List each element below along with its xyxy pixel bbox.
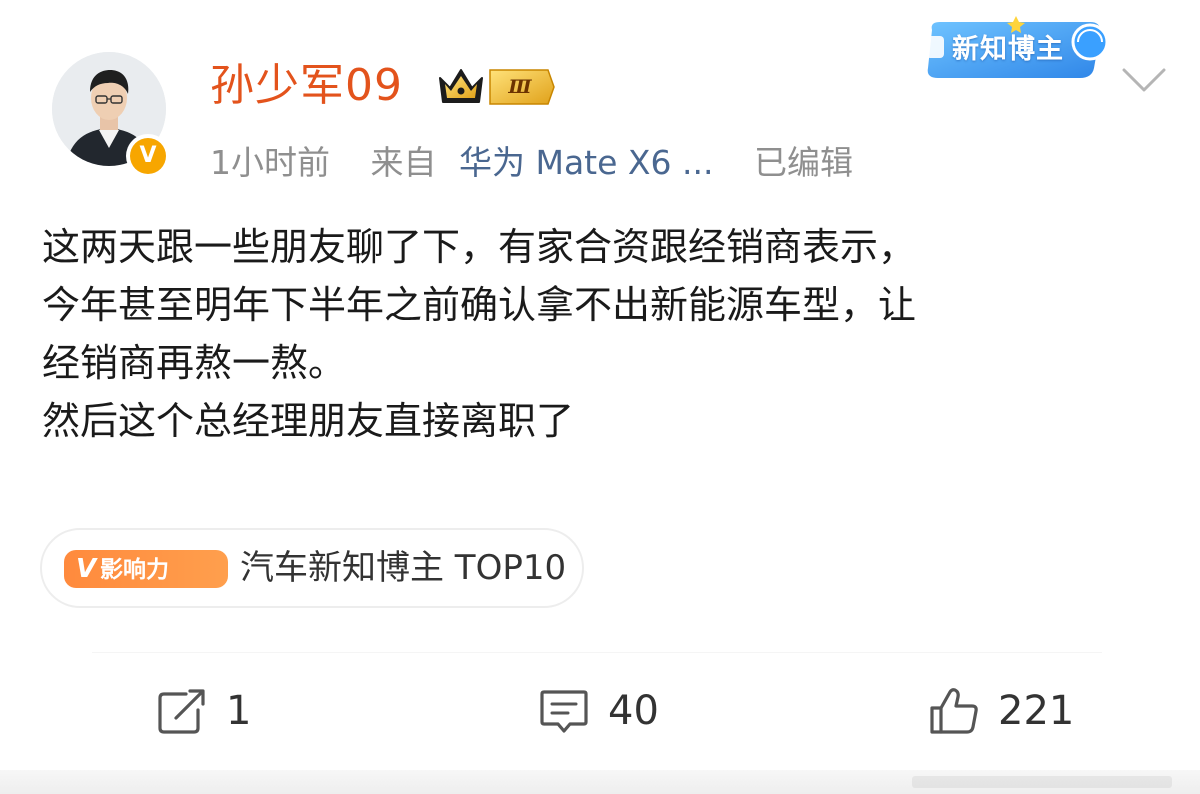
influence-pill-label: 影响力 xyxy=(100,557,169,583)
author-name[interactable]: 孙少军09 xyxy=(210,58,403,114)
weibo-post-card: V 孙少军09 Ⅲ 1小时前 来自 华为 Mate X6 ... 已编辑 新知博… xyxy=(0,0,1200,794)
like-count: 221 xyxy=(998,688,1075,734)
post-time: 1小时前 xyxy=(210,143,330,182)
verified-badge: V xyxy=(126,134,170,178)
like-button[interactable]: 221 xyxy=(928,684,1074,738)
comment-button[interactable]: 40 xyxy=(538,684,659,738)
divider xyxy=(92,652,1102,653)
comment-count: 40 xyxy=(608,688,659,734)
watermark-icon xyxy=(912,776,1172,788)
repost-count: 1 xyxy=(226,688,252,734)
post-body-line: 然后这个总经理朋友直接离职了 xyxy=(42,399,575,443)
influence-tag[interactable]: V 影响力 汽车新知博主 TOP10 xyxy=(40,528,584,608)
thumbs-up-icon xyxy=(930,688,978,734)
source-device-link[interactable]: 华为 Mate X6 ... xyxy=(459,143,713,182)
new-blogger-label: 新知博主 xyxy=(952,34,1064,65)
verified-v-icon: V xyxy=(130,138,166,174)
post-meta: 1小时前 来自 华为 Mate X6 ... 已编辑 xyxy=(210,140,853,186)
post-body-line: 经销商再熬一熬。 xyxy=(42,341,347,385)
comment-icon xyxy=(540,690,588,733)
influence-rank-label: 汽车新知博主 TOP10 xyxy=(240,548,567,588)
post-body: 这两天跟一些朋友聊了下，有家合资跟经销商表示， 今年甚至明年下半年之前确认拿不出… xyxy=(42,218,1182,450)
edited-label[interactable]: 已编辑 xyxy=(754,143,853,182)
repost-button[interactable]: 1 xyxy=(156,684,251,738)
post-body-line: 这两天跟一些朋友聊了下，有家合资跟经销商表示， xyxy=(42,225,917,269)
influence-v-icon: V xyxy=(76,554,97,584)
chevron-down-icon[interactable] xyxy=(1118,60,1170,100)
influence-pill: V 影响力 xyxy=(64,550,228,588)
level-label: Ⅲ xyxy=(508,76,532,98)
share-icon xyxy=(158,689,205,734)
source-prefix: 来自 xyxy=(370,143,437,182)
post-body-line: 今年甚至明年下半年之前确认拿不出新能源车型，让 xyxy=(42,283,917,327)
